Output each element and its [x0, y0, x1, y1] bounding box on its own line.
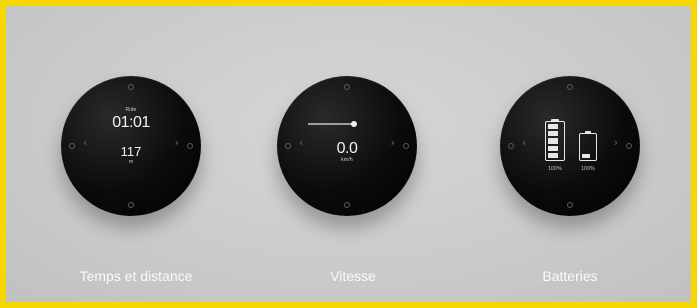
battery-segment: [582, 154, 590, 158]
battery-segment: [548, 145, 558, 151]
battery-1-percent: 100%: [548, 166, 562, 172]
speed-unit: km/h: [341, 157, 353, 163]
device-label-temps-distance: Temps et distance: [79, 268, 193, 284]
button-dot-left[interactable]: [69, 143, 75, 149]
button-dot-left[interactable]: [285, 143, 291, 149]
device-screen: 0.0 km/h: [302, 101, 392, 191]
button-dot-top[interactable]: [344, 84, 350, 90]
button-dot-left[interactable]: [508, 143, 514, 149]
device-label-batteries: Batteries: [542, 268, 598, 284]
time-value: 01:01: [112, 114, 150, 131]
device-screen: Ride 01:01 117 m: [86, 101, 176, 191]
device-screen: 100% 100%: [525, 101, 615, 191]
battery-segment: [548, 131, 558, 137]
device-vitesse[interactable]: ‹ › 0.0 km/h: [277, 76, 417, 216]
button-dot-top[interactable]: [128, 84, 134, 90]
button-dot-bottom[interactable]: [344, 202, 350, 208]
battery-2-percent: 100%: [581, 166, 595, 172]
battery-segment: [548, 124, 558, 130]
device-label-vitesse: Vitesse: [330, 268, 376, 284]
screenshot-frame: ‹ › Ride 01:01 117 m Temps et distance ‹…: [6, 6, 691, 302]
battery-segment: [548, 138, 558, 144]
device-batteries[interactable]: ‹ › 100% 100%: [500, 76, 640, 216]
button-dot-right[interactable]: [187, 143, 193, 149]
button-dot-bottom[interactable]: [567, 202, 573, 208]
battery-segment: [548, 152, 558, 158]
button-dot-right[interactable]: [626, 143, 632, 149]
distance-value: 117: [120, 144, 142, 159]
speed-value: 0.0: [336, 140, 358, 157]
button-dot-top[interactable]: [567, 84, 573, 90]
speed-gauge-icon: [308, 121, 357, 127]
time-caption: Ride: [125, 107, 137, 113]
button-dot-right[interactable]: [403, 143, 409, 149]
distance-unit: m: [128, 159, 134, 165]
device-temps-distance[interactable]: ‹ › Ride 01:01 117 m: [61, 76, 201, 216]
button-dot-bottom[interactable]: [128, 202, 134, 208]
